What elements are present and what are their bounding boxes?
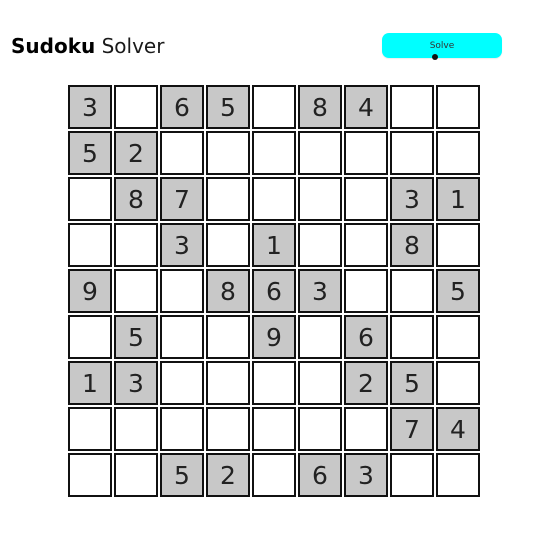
sudoku-cell-empty[interactable]	[436, 85, 480, 129]
sudoku-cell-empty[interactable]	[68, 223, 112, 267]
sudoku-cell-empty[interactable]	[344, 223, 388, 267]
sudoku-cell-empty[interactable]	[114, 85, 158, 129]
sudoku-cell-given[interactable]: 3	[390, 177, 434, 221]
sudoku-cell-empty[interactable]	[390, 85, 434, 129]
sudoku-cell-empty[interactable]	[206, 223, 250, 267]
sudoku-cell-empty[interactable]	[114, 269, 158, 313]
sudoku-cell-empty[interactable]	[114, 453, 158, 497]
sudoku-app: Sudoku Solver Solve 36584528731318986355…	[0, 0, 540, 540]
sudoku-cell-empty[interactable]	[114, 407, 158, 451]
sudoku-cell-empty[interactable]	[252, 131, 296, 175]
sudoku-cell-empty[interactable]	[298, 361, 342, 405]
sudoku-cell-given[interactable]: 8	[206, 269, 250, 313]
sudoku-cell-empty[interactable]	[114, 223, 158, 267]
sudoku-cell-empty[interactable]	[344, 269, 388, 313]
sudoku-cell-empty[interactable]	[436, 315, 480, 359]
sudoku-cell-given[interactable]: 2	[344, 361, 388, 405]
title-bold: Sudoku	[11, 34, 96, 58]
sudoku-cell-empty[interactable]	[206, 361, 250, 405]
sudoku-cell-empty[interactable]	[252, 361, 296, 405]
sudoku-cell-empty[interactable]	[252, 407, 296, 451]
sudoku-cell-empty[interactable]	[68, 453, 112, 497]
sudoku-cell-empty[interactable]	[68, 315, 112, 359]
sudoku-cell-empty[interactable]	[436, 223, 480, 267]
title-rest: Solver	[101, 34, 165, 58]
sudoku-cell-given[interactable]: 4	[436, 407, 480, 451]
sudoku-cell-given[interactable]: 5	[114, 315, 158, 359]
sudoku-cell-given[interactable]: 1	[436, 177, 480, 221]
sudoku-cell-empty[interactable]	[436, 361, 480, 405]
sudoku-board: 36584528731318986355961325745263	[67, 84, 484, 501]
sudoku-cell-given[interactable]: 6	[298, 453, 342, 497]
sudoku-cell-given[interactable]: 9	[68, 269, 112, 313]
sudoku-cell-given[interactable]: 5	[68, 131, 112, 175]
sudoku-cell-given[interactable]: 6	[344, 315, 388, 359]
solve-button[interactable]: Solve	[382, 33, 502, 58]
sudoku-cell-given[interactable]: 6	[160, 85, 204, 129]
sudoku-cell-empty[interactable]	[206, 131, 250, 175]
sudoku-cell-given[interactable]: 4	[344, 85, 388, 129]
sudoku-cell-empty[interactable]	[344, 131, 388, 175]
sudoku-cell-empty[interactable]	[206, 407, 250, 451]
sudoku-cell-empty[interactable]	[206, 315, 250, 359]
sudoku-cell-given[interactable]: 1	[252, 223, 296, 267]
sudoku-cell-given[interactable]: 2	[206, 453, 250, 497]
sudoku-cell-given[interactable]: 1	[68, 361, 112, 405]
sudoku-cell-empty[interactable]	[160, 131, 204, 175]
sudoku-cell-given[interactable]: 3	[344, 453, 388, 497]
sudoku-cell-given[interactable]: 8	[390, 223, 434, 267]
sudoku-cell-given[interactable]: 3	[68, 85, 112, 129]
sudoku-cell-given[interactable]: 3	[298, 269, 342, 313]
sudoku-cell-empty[interactable]	[160, 361, 204, 405]
sudoku-cell-given[interactable]: 9	[252, 315, 296, 359]
sudoku-cell-given[interactable]: 3	[114, 361, 158, 405]
sudoku-cell-empty[interactable]	[390, 269, 434, 313]
sudoku-cell-empty[interactable]	[436, 453, 480, 497]
sudoku-cell-empty[interactable]	[436, 131, 480, 175]
sudoku-cell-empty[interactable]	[390, 131, 434, 175]
sudoku-cell-empty[interactable]	[160, 407, 204, 451]
sudoku-cell-given[interactable]: 7	[160, 177, 204, 221]
sudoku-cell-given[interactable]: 3	[160, 223, 204, 267]
sudoku-cell-given[interactable]: 5	[436, 269, 480, 313]
sudoku-cell-given[interactable]: 5	[160, 453, 204, 497]
page-title: Sudoku Solver	[11, 33, 164, 59]
sudoku-cell-empty[interactable]	[68, 177, 112, 221]
sudoku-cell-empty[interactable]	[344, 407, 388, 451]
sudoku-cell-empty[interactable]	[298, 131, 342, 175]
sudoku-cell-given[interactable]: 6	[252, 269, 296, 313]
sudoku-cell-empty[interactable]	[68, 407, 112, 451]
sudoku-cell-empty[interactable]	[298, 407, 342, 451]
sudoku-cell-empty[interactable]	[160, 315, 204, 359]
sudoku-cell-given[interactable]: 5	[206, 85, 250, 129]
sudoku-cell-given[interactable]: 8	[298, 85, 342, 129]
sudoku-cell-empty[interactable]	[390, 453, 434, 497]
sudoku-cell-empty[interactable]	[252, 85, 296, 129]
sudoku-cell-empty[interactable]	[298, 177, 342, 221]
sudoku-cell-empty[interactable]	[252, 453, 296, 497]
sudoku-cell-empty[interactable]	[390, 315, 434, 359]
sudoku-cell-empty[interactable]	[298, 223, 342, 267]
sudoku-cell-empty[interactable]	[160, 269, 204, 313]
sudoku-cell-empty[interactable]	[344, 177, 388, 221]
sudoku-cell-empty[interactable]	[252, 177, 296, 221]
sudoku-cell-given[interactable]: 7	[390, 407, 434, 451]
mouse-cursor-icon	[432, 54, 438, 60]
sudoku-cell-empty[interactable]	[206, 177, 250, 221]
sudoku-cell-given[interactable]: 5	[390, 361, 434, 405]
sudoku-cell-given[interactable]: 8	[114, 177, 158, 221]
sudoku-cell-given[interactable]: 2	[114, 131, 158, 175]
sudoku-cell-empty[interactable]	[298, 315, 342, 359]
